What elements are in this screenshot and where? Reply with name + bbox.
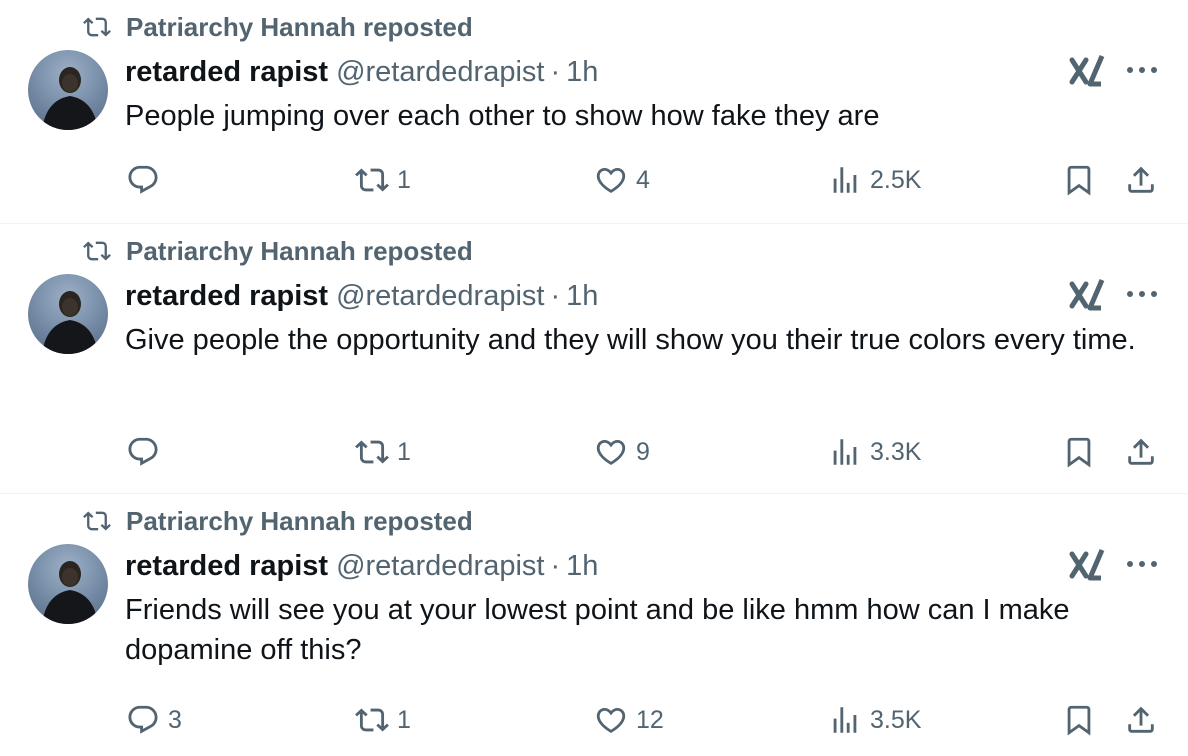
action-bar: 1 9 3.3K — [0, 430, 1188, 474]
separator: · — [550, 55, 561, 88]
avatar-image — [28, 274, 108, 354]
views-count: 2.5K — [870, 165, 922, 194]
repost-context: Patriarchy Hannah reposted — [80, 236, 473, 266]
more-icon[interactable] — [1124, 62, 1160, 78]
bookmark-icon — [1067, 705, 1091, 736]
share-icon — [1128, 438, 1154, 465]
repost-count: 1 — [397, 705, 411, 734]
share-icon — [1128, 706, 1154, 733]
share-icon — [1128, 166, 1154, 193]
timestamp[interactable]: 1h — [566, 280, 598, 313]
repost-icon — [355, 440, 389, 464]
post-text: People jumping over each other to show h… — [125, 100, 880, 132]
views-button[interactable]: 3.5K — [828, 698, 921, 742]
handle[interactable]: @retardedrapist — [336, 56, 544, 89]
display-name[interactable]: retarded rapist — [125, 280, 328, 313]
more-icon[interactable] — [1124, 556, 1160, 572]
share-button[interactable] — [1124, 698, 1158, 742]
avatar[interactable] — [28, 544, 108, 624]
post-header: retarded rapist @retardedrapist · 1h — [125, 548, 598, 584]
share-button[interactable] — [1124, 158, 1158, 202]
handle[interactable]: @retardedrapist — [336, 550, 544, 583]
repost-context: Patriarchy Hannah reposted — [80, 12, 473, 42]
avatar[interactable] — [28, 274, 108, 354]
avatar[interactable] — [28, 50, 108, 130]
views-count: 3.3K — [870, 437, 922, 466]
post-header: retarded rapist @retardedrapist · 1h — [125, 278, 598, 314]
repost-count: 1 — [397, 165, 411, 194]
reply-button[interactable] — [126, 158, 168, 202]
like-count: 9 — [636, 437, 650, 466]
bookmark-icon — [1067, 165, 1091, 196]
post[interactable]: Patriarchy Hannah reposted retarded rapi… — [0, 494, 1188, 756]
repost-context: Patriarchy Hannah reposted — [80, 506, 473, 536]
reply-icon — [128, 705, 158, 734]
share-button[interactable] — [1124, 430, 1158, 474]
views-button[interactable]: 3.3K — [828, 430, 921, 474]
like-button[interactable]: 9 — [594, 430, 650, 474]
separator: · — [550, 279, 561, 312]
display-name[interactable]: retarded rapist — [125, 550, 328, 583]
repost-icon — [83, 511, 111, 531]
repost-label[interactable]: Patriarchy Hannah reposted — [126, 236, 473, 267]
timestamp[interactable]: 1h — [566, 550, 598, 583]
post[interactable]: Patriarchy Hannah reposted retarded rapi… — [0, 0, 1188, 224]
views-button[interactable]: 2.5K — [828, 158, 921, 202]
repost-icon — [355, 168, 389, 192]
repost-button[interactable]: 1 — [355, 430, 411, 474]
repost-label[interactable]: Patriarchy Hannah reposted — [126, 506, 473, 537]
separator: · — [550, 549, 561, 582]
repost-count: 1 — [397, 437, 411, 466]
repost-icon — [83, 241, 111, 261]
display-name[interactable]: retarded rapist — [125, 56, 328, 89]
timestamp[interactable]: 1h — [566, 56, 598, 89]
bookmark-button[interactable] — [1062, 158, 1096, 202]
like-count: 12 — [636, 705, 664, 734]
like-count: 4 — [636, 165, 650, 194]
reply-icon — [128, 165, 158, 194]
reply-button[interactable]: 3 — [126, 698, 182, 742]
heart-icon — [596, 439, 626, 465]
views-icon — [833, 439, 857, 465]
reply-button[interactable] — [126, 430, 168, 474]
repost-label[interactable]: Patriarchy Hannah reposted — [126, 12, 473, 43]
views-icon — [833, 167, 857, 193]
grok-icon[interactable] — [1068, 546, 1108, 584]
bookmark-button[interactable] — [1062, 698, 1096, 742]
action-bar: 3 1 12 3.5K — [0, 698, 1188, 742]
post[interactable]: Patriarchy Hannah reposted retarded rapi… — [0, 224, 1188, 494]
repost-button[interactable]: 1 — [355, 158, 411, 202]
bookmark-icon — [1067, 437, 1091, 468]
reply-icon — [128, 437, 158, 466]
heart-icon — [596, 167, 626, 193]
views-count: 3.5K — [870, 705, 922, 734]
grok-icon[interactable] — [1068, 52, 1108, 90]
reply-count: 3 — [168, 705, 182, 734]
like-button[interactable]: 4 — [594, 158, 650, 202]
repost-icon — [355, 708, 389, 732]
heart-icon — [596, 707, 626, 733]
post-header: retarded rapist @retardedrapist · 1h — [125, 54, 598, 90]
avatar-image — [28, 50, 108, 130]
post-text: Friends will see you at your lowest poin… — [125, 594, 1070, 666]
like-button[interactable]: 12 — [594, 698, 664, 742]
action-bar: 1 4 2.5K — [0, 158, 1188, 202]
grok-icon[interactable] — [1068, 276, 1108, 314]
bookmark-button[interactable] — [1062, 430, 1096, 474]
more-icon[interactable] — [1124, 286, 1160, 302]
views-icon — [833, 707, 857, 733]
avatar-image — [28, 544, 108, 624]
repost-icon — [83, 17, 111, 37]
handle[interactable]: @retardedrapist — [336, 280, 544, 313]
repost-button[interactable]: 1 — [355, 698, 411, 742]
post-text: Give people the opportunity and they wil… — [125, 324, 1136, 356]
